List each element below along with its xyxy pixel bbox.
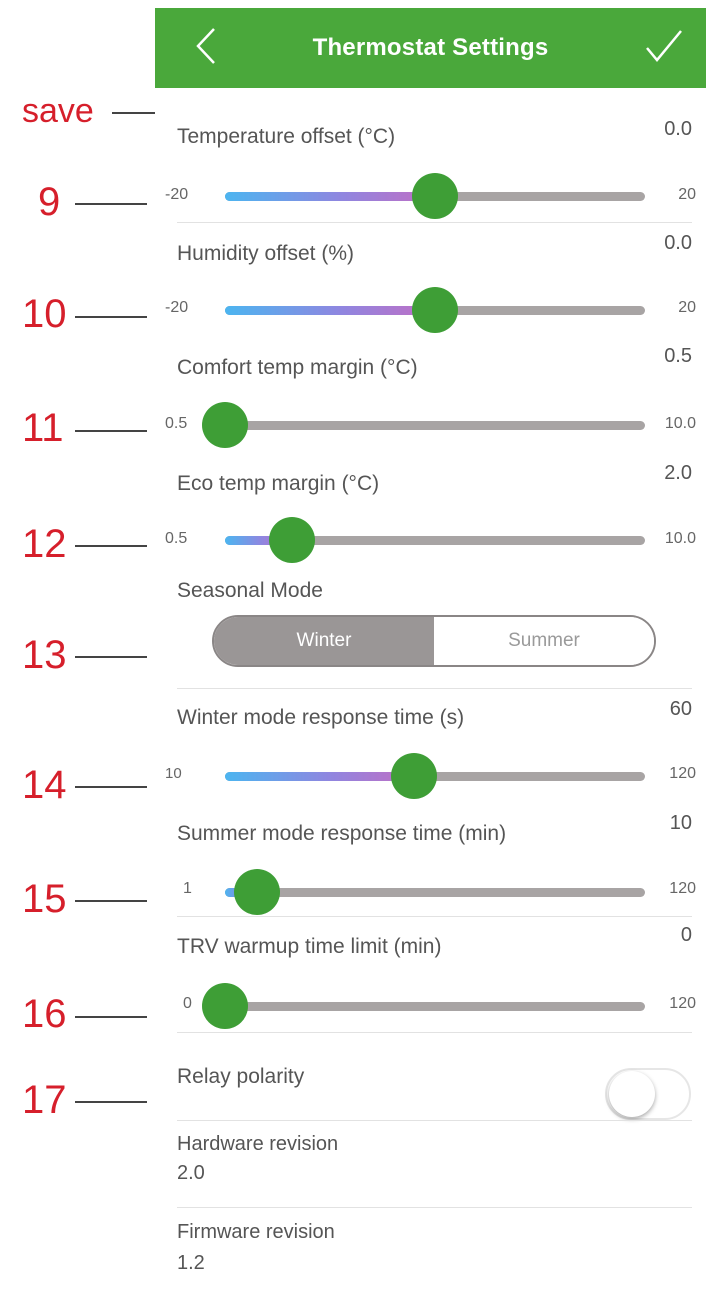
annotation-16-line [75, 1016, 147, 1018]
annotation-17: 17 [22, 1078, 67, 1122]
slider-thumb[interactable] [412, 173, 458, 219]
winter-response-slider[interactable] [225, 753, 645, 799]
page-title: Thermostat Settings [312, 34, 549, 61]
slider-thumb[interactable] [412, 287, 458, 333]
comfort-margin-label: Comfort temp margin (°C) [177, 356, 418, 379]
eco-margin-max: 10.0 [664, 530, 696, 547]
save-button[interactable] [636, 22, 692, 74]
eco-margin-value: 2.0 [664, 462, 692, 484]
annotation-9: 9 [38, 180, 61, 224]
annotation-save: save [22, 92, 94, 130]
slider-thumb[interactable] [202, 402, 248, 448]
firmware-revision-label: Firmware revision [177, 1221, 335, 1243]
trv-warmup-min: 0 [183, 995, 192, 1012]
annotation-12-line [75, 545, 147, 547]
hardware-revision-label: Hardware revision [177, 1133, 339, 1155]
comfort-margin-max: 10.0 [664, 415, 696, 432]
trv-warmup-slider[interactable] [202, 983, 645, 1029]
top-bar: Thermostat Settings [155, 8, 706, 88]
humidity-offset-label: Humidity offset (%) [177, 242, 354, 265]
winter-response-max: 120 [669, 765, 696, 782]
winter-response-label: Winter mode response time (s) [177, 706, 465, 729]
slider-thumb[interactable] [269, 517, 316, 563]
firmware-revision-value: 1.2 [177, 1252, 205, 1274]
slider-fill [225, 772, 414, 781]
divider [177, 1207, 692, 1208]
divider [177, 1032, 692, 1033]
eco-margin-label: Eco temp margin (°C) [177, 472, 380, 495]
seasonal-mode-label: Seasonal Mode [177, 579, 323, 602]
annotation-11-line [75, 430, 147, 432]
humidity-offset-slider[interactable] [225, 287, 645, 333]
annotation-12: 12 [22, 522, 67, 566]
divider [177, 916, 692, 917]
relay-polarity-toggle[interactable] [605, 1068, 691, 1120]
winter-response-value: 60 [669, 698, 692, 720]
slider-thumb[interactable] [391, 753, 437, 799]
annotation-11: 11 [22, 406, 64, 450]
eco-margin-slider[interactable] [225, 517, 645, 563]
divider [177, 1120, 692, 1121]
summer-response-max: 120 [669, 880, 696, 897]
annotation-13-line [75, 656, 147, 658]
comfort-margin-slider[interactable] [202, 402, 645, 448]
comfort-margin-value: 0.5 [664, 345, 692, 367]
trv-warmup-max: 120 [669, 995, 696, 1012]
temperature-offset-min: -20 [165, 186, 189, 203]
annotation-13: 13 [22, 633, 67, 677]
comfort-margin-min: 0.5 [165, 415, 188, 432]
humidity-offset-min: -20 [165, 299, 189, 316]
humidity-offset-max: 20 [678, 299, 696, 316]
hardware-revision-value: 2.0 [177, 1162, 205, 1184]
toggle-knob [609, 1071, 655, 1117]
temperature-offset-value: 0.0 [664, 118, 692, 140]
winter-response-min: 10 [165, 765, 182, 782]
annotation-10-line [75, 316, 147, 318]
seasonal-mode-winter[interactable]: Winter [214, 617, 434, 665]
slider-fill [225, 192, 435, 201]
summer-response-min: 1 [183, 880, 192, 897]
seasonal-mode-selector: Winter Summer [212, 615, 656, 667]
annotation-16: 16 [22, 992, 67, 1036]
annotation-15: 15 [22, 877, 67, 921]
temperature-offset-max: 20 [678, 186, 696, 203]
slider-thumb[interactable] [202, 983, 248, 1029]
annotation-17-line [75, 1101, 147, 1103]
checkmark-icon [644, 28, 684, 69]
temperature-offset-slider[interactable] [225, 173, 645, 219]
eco-margin-min: 0.5 [165, 530, 188, 547]
annotation-10: 10 [22, 292, 67, 336]
annotation-14-line [75, 786, 147, 788]
divider [177, 688, 692, 689]
trv-warmup-value: 0 [680, 924, 692, 946]
settings-screen: Thermostat Settings Temperature offset (… [155, 0, 706, 1290]
divider [177, 222, 692, 223]
relay-polarity-label: Relay polarity [177, 1065, 305, 1088]
annotation-15-line [75, 900, 147, 902]
slider-fill [225, 306, 435, 315]
summer-response-label: Summer mode response time (min) [177, 822, 507, 845]
annotation-9-line [75, 203, 147, 205]
humidity-offset-value: 0.0 [664, 232, 692, 254]
summer-response-slider[interactable] [225, 869, 645, 915]
summer-response-value: 10 [669, 812, 692, 834]
trv-warmup-label: TRV warmup time limit (min) [177, 935, 442, 958]
seasonal-mode-summer[interactable]: Summer [434, 617, 654, 665]
slider-thumb[interactable] [233, 869, 280, 915]
temperature-offset-label: Temperature offset (°C) [177, 125, 396, 148]
annotation-14: 14 [22, 763, 67, 807]
